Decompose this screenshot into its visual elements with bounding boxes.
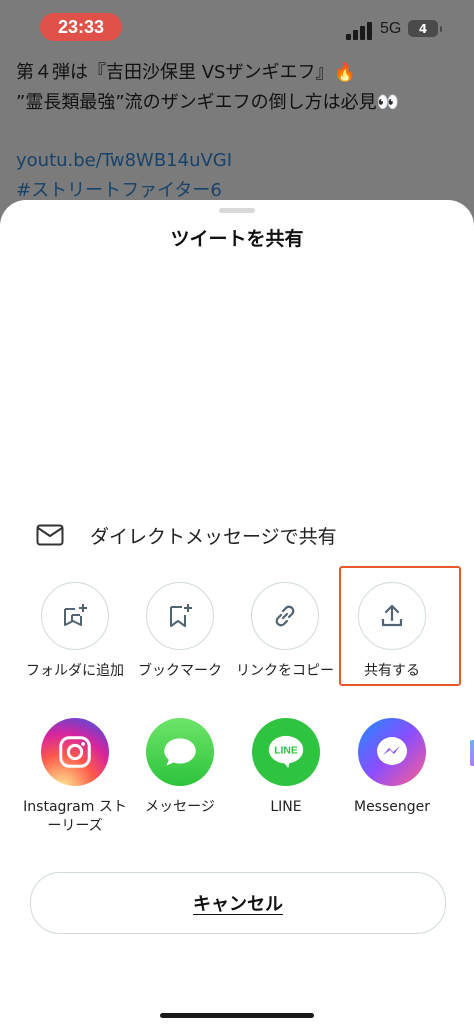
messenger-icon [358,718,426,786]
line-icon: LINE [252,718,320,786]
tweet-text: 第４弾は『吉田沙保里 VSザンギエフ』🔥 ”霊長類最強”流のザンギエフの倒し方は… [16,58,456,206]
network-type: 5G [380,20,402,37]
bookmark-label: ブックマーク [138,663,222,679]
tweet-line-2: ”霊長類最強”流のザンギエフの倒し方は必見👀 [16,92,400,113]
messages-label: メッセージ [145,799,215,815]
copy-link-button[interactable]: リンクをコピー [233,582,337,681]
envelope-icon [36,524,64,546]
messages-app-button[interactable]: メッセージ [125,718,235,817]
status-bar: 23:33 5G 4 [0,0,474,56]
tweet-link[interactable]: youtu.be/Tw8WB14uVGI [16,146,456,176]
share-via-dm-row[interactable]: ダイレクトメッセージで共有 [36,518,337,552]
messages-icon [146,718,214,786]
cancel-label: キャンセル [193,894,283,915]
share-sheet: ツイートを共有 ダイレクトメッセージで共有 フォルダに追加 ブックマーク リンク… [0,200,474,1026]
home-indicator[interactable] [160,1013,314,1018]
bookmark-button[interactable]: ブックマーク [128,582,232,681]
signal-strength-icon [346,22,374,40]
dm-label: ダイレクトメッセージで共有 [90,525,337,548]
sheet-title: ツイートを共有 [170,228,304,250]
instagram-icon [41,718,109,786]
line-label: LINE [270,799,302,815]
copy-link-label: リンクをコピー [236,663,334,679]
messenger-app-button[interactable]: Messenger [337,718,447,817]
add-to-folder-button[interactable]: フォルダに追加 [23,582,127,681]
add-to-folder-label: フォルダに追加 [26,663,124,679]
tweet-line-1: 第４弾は『吉田沙保里 VSザンギエフ』🔥 [16,62,356,83]
highlight-box [339,566,461,686]
bookmark-add-icon [170,604,192,627]
svg-text:LINE: LINE [274,746,298,757]
instagram-stories-label: Instagram ストーリーズ [23,799,127,834]
line-app-button[interactable]: LINE LINE [231,718,341,817]
add-to-folder-icon [64,604,87,626]
instagram-stories-button[interactable]: Instagram ストーリーズ [20,718,130,836]
battery-icon: 4 [408,20,442,37]
messenger-label: Messenger [353,799,431,815]
status-time: 23:33 [40,13,122,41]
cancel-button[interactable]: キャンセル [30,872,446,934]
sheet-grabber[interactable] [219,208,255,213]
link-icon [275,605,295,627]
next-app-peek[interactable] [470,740,474,766]
